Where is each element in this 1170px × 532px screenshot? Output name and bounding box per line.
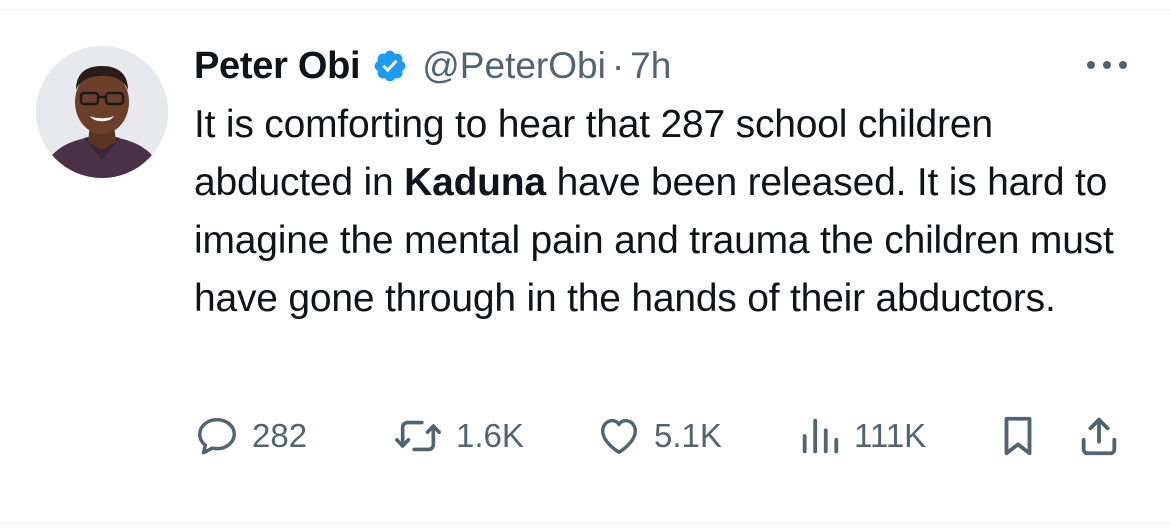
views-count: 111K — [854, 417, 927, 454]
heart-icon — [600, 418, 638, 455]
repost-icon — [395, 420, 441, 452]
verified-badge-icon — [372, 48, 408, 84]
more-options-icon[interactable] — [1084, 52, 1130, 78]
bookmark-icon — [1004, 416, 1032, 456]
tweet-actions: 282 1.6K 5.1K 111K — [194, 406, 1140, 466]
tweet[interactable]: Peter Obi @PeterObi · 7h It is comfortin… — [0, 0, 1170, 532]
avatar-image — [36, 46, 168, 178]
tweet-text: It is comforting to hear that 287 school… — [194, 96, 1134, 328]
tweet-time[interactable]: 7h — [630, 45, 671, 87]
author-name[interactable]: Peter Obi — [194, 45, 361, 88]
bottom-divider — [0, 523, 1170, 524]
bookmark-button[interactable] — [998, 406, 1038, 466]
reply-count: 282 — [252, 417, 308, 454]
views-button[interactable]: 111K — [798, 406, 926, 466]
tweet-text-bold: Kaduna — [404, 161, 546, 204]
share-icon — [1081, 417, 1117, 456]
share-button[interactable] — [1076, 406, 1122, 466]
avatar[interactable] — [36, 46, 168, 178]
tweet-header: Peter Obi @PeterObi · 7h — [194, 40, 671, 92]
repost-button[interactable]: 1.6K — [392, 406, 524, 466]
separator-dot: · — [611, 45, 625, 86]
author-handle[interactable]: @PeterObi — [422, 45, 606, 87]
views-icon — [802, 418, 839, 454]
like-count: 5.1K — [654, 417, 722, 454]
reply-button[interactable]: 282 — [194, 406, 307, 466]
reply-icon — [198, 417, 236, 455]
repost-count: 1.6K — [456, 417, 524, 454]
like-button[interactable]: 5.1K — [596, 406, 722, 466]
